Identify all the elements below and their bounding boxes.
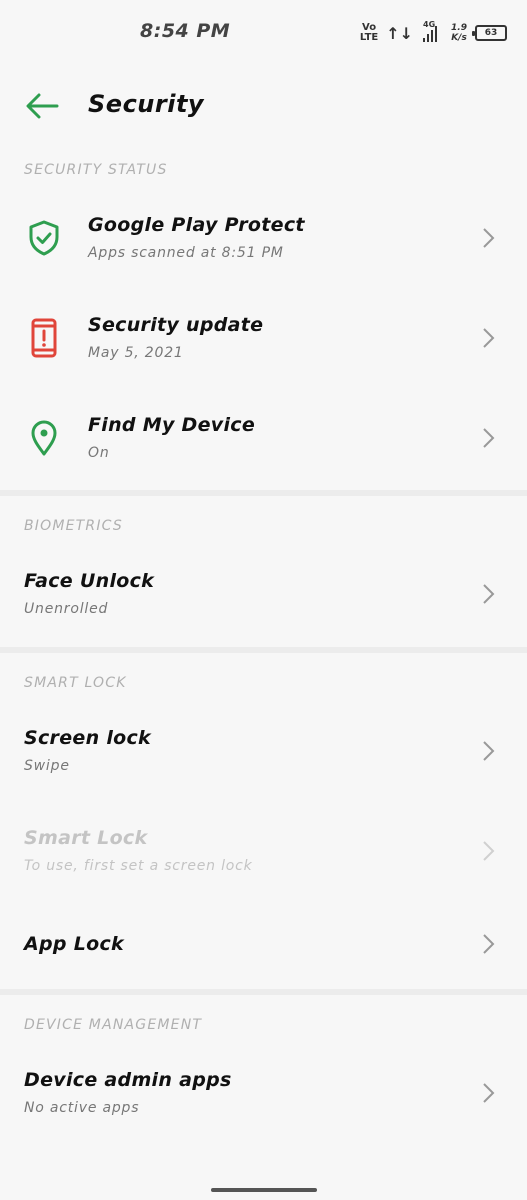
row-title: Face Unlock: [24, 570, 155, 592]
row-subtitle: No active apps: [24, 1100, 140, 1116]
signal-icon: 4G: [421, 20, 443, 44]
row-title: Google Play Protect: [88, 214, 305, 236]
row-title: App Lock: [24, 933, 124, 955]
row-screen-lock[interactable]: Screen lock Swipe: [0, 703, 527, 799]
row-title: Find My Device: [88, 414, 256, 436]
chevron-right-icon: [483, 741, 495, 761]
status-bar: 8:54 PM Vo LTE ↑↓ 4G 1.9 K/s 63: [0, 0, 527, 64]
location-pin-icon: [24, 418, 64, 458]
section-header-device-management: DEVICE MANAGEMENT: [24, 1017, 203, 1033]
row-title: Smart Lock: [24, 827, 148, 849]
battery-level: 63: [484, 28, 498, 38]
row-device-admin-apps[interactable]: Device admin apps No active apps: [0, 1045, 527, 1141]
row-subtitle: On: [88, 445, 110, 461]
data-activity-icon: ↑↓: [386, 23, 414, 43]
row-smart-lock[interactable]: Smart Lock To use, first set a screen lo…: [0, 803, 527, 899]
row-title: Device admin apps: [24, 1069, 232, 1091]
chevron-right-icon: [483, 428, 495, 448]
chevron-right-icon: [483, 841, 495, 861]
chevron-right-icon: [483, 934, 495, 954]
row-subtitle: May 5, 2021: [88, 345, 184, 361]
section-header-biometrics: BIOMETRICS: [24, 518, 124, 534]
arrow-left-icon: [26, 93, 59, 119]
battery-icon: 63: [472, 25, 507, 41]
row-find-my-device[interactable]: Find My Device On: [0, 390, 527, 486]
divider: [0, 490, 527, 496]
row-title: Security update: [88, 314, 264, 336]
section-header-smart-lock: SMART LOCK: [24, 675, 127, 691]
back-button[interactable]: [22, 86, 62, 126]
section-header-security-status: SECURITY STATUS: [24, 162, 168, 178]
page-title: Security: [88, 90, 205, 118]
row-google-play-protect[interactable]: Google Play Protect Apps scanned at 8:51…: [0, 190, 527, 286]
row-subtitle: To use, first set a screen lock: [24, 858, 253, 874]
home-indicator[interactable]: [211, 1188, 317, 1192]
row-subtitle: Swipe: [24, 758, 70, 774]
divider: [0, 989, 527, 995]
app-bar: Security: [0, 64, 527, 148]
volte-icon: Vo LTE: [359, 22, 379, 43]
row-subtitle: Unenrolled: [24, 601, 109, 617]
shield-check-icon: [24, 218, 64, 258]
chevron-right-icon: [483, 1083, 495, 1103]
phone-alert-icon: [24, 318, 64, 358]
chevron-right-icon: [483, 584, 495, 604]
status-icons: Vo LTE ↑↓ 4G 1.9 K/s 63: [360, 20, 507, 46]
row-subtitle: Apps scanned at 8:51 PM: [88, 245, 284, 261]
row-face-unlock[interactable]: Face Unlock Unenrolled: [0, 546, 527, 642]
chevron-right-icon: [483, 328, 495, 348]
divider: [0, 647, 527, 653]
status-time: 8:54 PM: [140, 20, 231, 42]
chevron-right-icon: [483, 228, 495, 248]
row-security-update[interactable]: Security update May 5, 2021: [0, 290, 527, 386]
row-title: Screen lock: [24, 727, 151, 749]
network-speed: 1.9 K/s: [451, 23, 467, 43]
row-app-lock[interactable]: App Lock: [0, 898, 527, 994]
